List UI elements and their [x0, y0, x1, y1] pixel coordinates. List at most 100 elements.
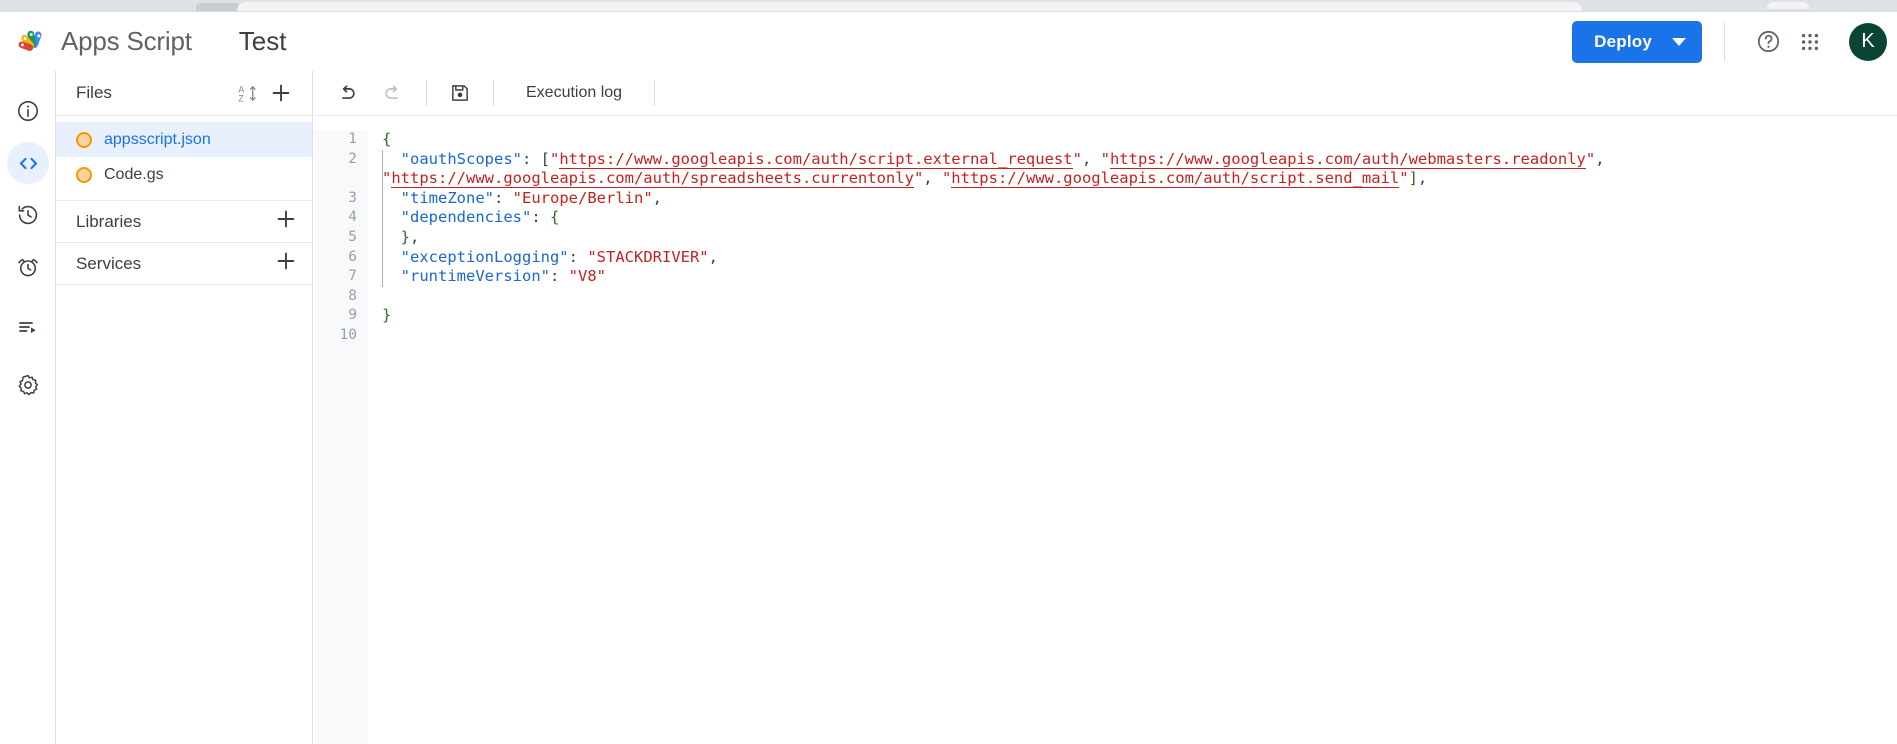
sidebar-item-overview[interactable] [0, 85, 56, 137]
sidebar-item-editor[interactable] [0, 137, 56, 189]
apps-script-logo-icon [18, 27, 48, 57]
line-number: 1 [348, 131, 357, 147]
save-floppy-icon [452, 85, 468, 101]
toolbar-divider [493, 80, 494, 106]
add-file-button[interactable] [264, 76, 298, 110]
deploy-button-label: Deploy [1594, 31, 1652, 51]
libraries-section[interactable]: Libraries [56, 201, 312, 243]
code-line-4: "dependencies": { [400, 208, 560, 227]
sort-az-button[interactable]: A Z [230, 76, 264, 110]
code-content[interactable]: { "oauthScopes": ["https://www.googleapi… [368, 130, 1897, 744]
file-list: appsscript.json Code.gs [56, 116, 312, 201]
files-header-label: Files [76, 83, 112, 102]
browser-chrome-strip [0, 0, 1897, 12]
value-exceptionlogging: "STACKDRIVER" [587, 247, 709, 266]
file-item-label: appsscript.json [104, 130, 211, 148]
brand[interactable]: Apps Script [18, 26, 192, 57]
line-number: 9 [348, 307, 357, 324]
plus-icon [277, 210, 295, 228]
code-line-1: { [382, 130, 1897, 150]
toolbar-divider [426, 80, 427, 106]
key-runtimeversion: "runtimeVersion" [400, 267, 550, 286]
editor-toolbar: Execution log [314, 71, 1897, 116]
editor-area: Execution log 1 2 3 4 5 6 7 8 9 10 { "oa… [314, 71, 1897, 744]
key-exceptionlogging: "exceptionLogging" [400, 247, 569, 266]
sidebar-item-project-history[interactable] [0, 189, 56, 241]
line-number: 10 [339, 326, 357, 343]
project-title[interactable]: Test [239, 26, 287, 57]
services-section[interactable]: Services [56, 243, 312, 285]
gear-icon [18, 374, 39, 396]
code-editor[interactable]: 1 2 3 4 5 6 7 8 9 10 { "oauthScopes": ["… [314, 116, 1897, 744]
line-number: 2 [348, 150, 357, 167]
tab-execution-log[interactable]: Execution log [504, 84, 644, 102]
code-line-5: }, [400, 227, 420, 246]
services-label: Services [76, 253, 142, 273]
line-number-gutter: 1 2 3 4 5 6 7 8 9 10 [314, 130, 368, 744]
line-number: 6 [348, 248, 357, 265]
plus-icon [277, 252, 295, 270]
scope-value: https://www.googleapis.com/auth/script.s… [951, 169, 1400, 189]
app-header: Apps Script Test Deploy K [0, 12, 1897, 71]
deploy-button[interactable]: Deploy [1572, 20, 1702, 63]
code-line-2: "oauthScopes": ["https://www.googleapis.… [382, 149, 1614, 189]
scope-value: https://www.googleapis.com/auth/spreadsh… [391, 169, 914, 189]
file-item-appsscript-json[interactable]: appsscript.json [56, 122, 312, 157]
browser-new-tab-button[interactable] [1767, 2, 1809, 9]
file-item-label: Code.gs [104, 165, 164, 183]
history-clock-icon [18, 205, 38, 225]
browser-tab-active[interactable] [237, 2, 1582, 11]
file-dot-icon [76, 166, 92, 183]
sort-az-icon: A Z [238, 84, 256, 103]
sidebar-item-triggers[interactable] [0, 241, 56, 293]
line-number: 7 [348, 268, 357, 285]
line-number-spacer [314, 169, 357, 189]
code-brackets-icon [19, 157, 37, 169]
info-circle-icon [18, 101, 38, 121]
code-line-3: "timeZone": "Europe/Berlin", [400, 188, 662, 207]
code-line-6: "exceptionLogging": "STACKDRIVER", [400, 247, 718, 266]
close-brace: } [382, 306, 392, 325]
svg-text:Z: Z [238, 93, 244, 103]
avatar[interactable]: K [1849, 22, 1887, 61]
line-number: 8 [348, 287, 357, 304]
browser-tab-inactive[interactable] [196, 3, 240, 11]
google-apps-button[interactable] [1789, 21, 1831, 63]
scope-value: https://www.googleapis.com/auth/script.e… [559, 149, 1073, 169]
line-number: 5 [348, 228, 357, 245]
indent-guide [382, 149, 383, 287]
open-brace: { [382, 130, 392, 148]
line-number: 3 [348, 189, 357, 206]
appbar-divider [1724, 22, 1725, 61]
code-line-7: "runtimeVersion": "V8" [400, 267, 606, 286]
undo-button[interactable] [328, 74, 366, 112]
appbar-actions: Deploy K [1572, 20, 1887, 63]
save-button[interactable] [441, 74, 479, 112]
value-runtimeversion: "V8" [568, 267, 606, 286]
avatar-initial: K [1861, 30, 1875, 52]
sidebar-item-executions[interactable] [0, 301, 56, 353]
files-panel-header: Files A Z [56, 71, 312, 116]
add-library-button[interactable] [274, 207, 298, 236]
toolbar-divider [654, 80, 656, 106]
libraries-label: Libraries [76, 211, 142, 231]
left-nav-rail [0, 71, 56, 744]
add-service-button[interactable] [274, 249, 298, 278]
files-panel: Files A Z appsscript.json Code.gs Librar… [56, 71, 313, 744]
file-item-code-gs[interactable]: Code.gs [56, 157, 312, 192]
help-button[interactable] [1747, 21, 1789, 63]
redo-button[interactable] [374, 74, 412, 112]
scope-value: https://www.googleapis.com/auth/webmaste… [1109, 149, 1586, 169]
redo-icon [385, 85, 398, 99]
plus-icon [272, 84, 290, 102]
executions-list-icon [19, 322, 36, 333]
line-number: 4 [348, 209, 357, 226]
sidebar-item-settings[interactable] [0, 359, 56, 411]
value-timezone: "Europe/Berlin" [512, 188, 653, 207]
chevron-down-icon [1672, 37, 1686, 46]
code-line-9: } [382, 306, 1897, 326]
key-oauthscopes: "oauthScopes" [400, 149, 522, 168]
undo-icon [342, 85, 355, 99]
